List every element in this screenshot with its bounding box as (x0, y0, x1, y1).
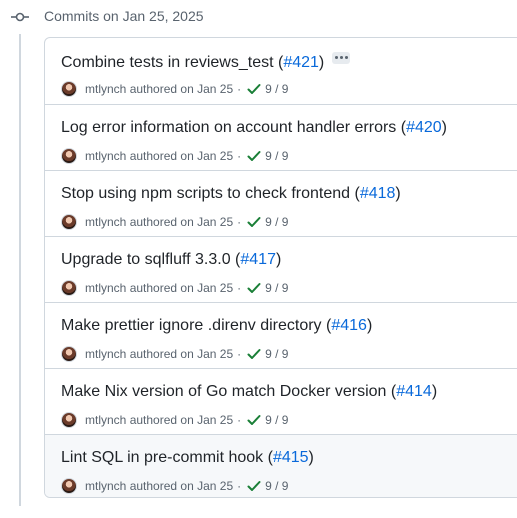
checks-count[interactable]: 9 / 9 (265, 347, 288, 361)
author-link[interactable]: mtlynch (85, 149, 126, 163)
pr-link[interactable]: #421 (283, 54, 319, 71)
separator-dot: · (237, 479, 242, 493)
separator-dot: · (237, 149, 242, 163)
commit-row: Upgrade to sqlfluff 3.3.0 (#417) mtlynch… (45, 236, 517, 302)
check-icon[interactable] (247, 150, 261, 162)
separator-dot: · (237, 82, 242, 96)
commit-row: Stop using npm scripts to check frontend… (45, 170, 517, 236)
commit-message-link[interactable]: Stop using npm scripts to check frontend (61, 185, 350, 202)
commit-date: on Jan 25 (180, 149, 234, 163)
check-icon[interactable] (247, 83, 261, 95)
ellipsis-icon[interactable] (332, 52, 351, 64)
avatar[interactable] (61, 81, 77, 97)
avatar[interactable] (61, 412, 77, 428)
authored-label: authored (129, 413, 178, 427)
author-link[interactable]: mtlynch (85, 215, 126, 229)
commit-row: Lint SQL in pre-commit hook (#415) mtlyn… (45, 434, 517, 497)
commit-meta: mtlynch authored on Jan 25 · 9 / 9 (61, 279, 288, 297)
avatar[interactable] (61, 478, 77, 494)
commit-meta: mtlynch authored on Jan 25 · 9 / 9 (61, 213, 288, 231)
check-icon[interactable] (247, 414, 261, 426)
authored-label: authored (129, 281, 178, 295)
commit-group-header: Commits on Jan 25, 2025 (0, 6, 517, 28)
commit-title: Upgrade to sqlfluff 3.3.0 (#417) (61, 251, 282, 268)
commit-message-link[interactable]: Log error information on account handler… (61, 119, 396, 136)
commit-date: on Jan 25 (180, 281, 234, 295)
avatar[interactable] (61, 346, 77, 362)
commit-meta: mtlynch authored on Jan 25 · 9 / 9 (61, 80, 288, 98)
commit-meta: mtlynch authored on Jan 25 · 9 / 9 (61, 345, 288, 363)
avatar[interactable] (61, 214, 77, 230)
commit-meta: mtlynch authored on Jan 25 · 9 / 9 (61, 147, 288, 165)
separator-dot: · (237, 281, 242, 295)
separator-dot: · (237, 215, 242, 229)
checks-count[interactable]: 9 / 9 (265, 413, 288, 427)
pr-link[interactable]: #415 (273, 449, 309, 466)
check-icon[interactable] (247, 282, 261, 294)
commit-date: on Jan 25 (180, 82, 234, 96)
commit-date: on Jan 25 (180, 413, 234, 427)
commit-title: Lint SQL in pre-commit hook (#415) (61, 449, 314, 466)
pr-link[interactable]: #420 (406, 119, 442, 136)
authored-label: authored (129, 215, 178, 229)
pr-link[interactable]: #418 (360, 185, 396, 202)
separator-dot: · (237, 347, 242, 361)
checks-count[interactable]: 9 / 9 (265, 82, 288, 96)
commit-meta: mtlynch authored on Jan 25 · 9 / 9 (61, 411, 288, 429)
author-link[interactable]: mtlynch (85, 347, 126, 361)
author-link[interactable]: mtlynch (85, 281, 126, 295)
check-icon[interactable] (247, 216, 261, 228)
checks-count[interactable]: 9 / 9 (265, 149, 288, 163)
commit-date: on Jan 25 (180, 215, 234, 229)
commit-title: Make prettier ignore .direnv directory (… (61, 317, 373, 334)
commit-meta: mtlynch authored on Jan 25 · 9 / 9 (61, 477, 288, 495)
commit-title: Combine tests in reviews_test (#421) (61, 52, 351, 72)
commit-title: Make Nix version of Go match Docker vers… (61, 383, 438, 400)
commit-date: on Jan 25 (180, 479, 234, 493)
checks-count[interactable]: 9 / 9 (265, 281, 288, 295)
commit-message-link[interactable]: Upgrade to sqlfluff 3.3.0 (61, 251, 231, 268)
commit-title: Log error information on account handler… (61, 119, 447, 136)
authored-label: authored (129, 479, 178, 493)
commit-message-link[interactable]: Lint SQL in pre-commit hook (61, 449, 263, 466)
author-link[interactable]: mtlynch (85, 479, 126, 493)
avatar[interactable] (61, 148, 77, 164)
commit-row: Log error information on account handler… (45, 104, 517, 170)
pr-link[interactable]: #416 (331, 317, 367, 334)
timeline-line (19, 34, 21, 506)
checks-count[interactable]: 9 / 9 (265, 215, 288, 229)
author-link[interactable]: mtlynch (85, 82, 126, 96)
group-title: Commits on Jan 25, 2025 (44, 8, 204, 24)
commit-message-link[interactable]: Make prettier ignore .direnv directory (61, 317, 322, 334)
pr-link[interactable]: #414 (396, 383, 432, 400)
authored-label: authored (129, 347, 178, 361)
check-icon[interactable] (247, 348, 261, 360)
commit-message-link[interactable]: Combine tests in reviews_test (61, 54, 274, 71)
authored-label: authored (129, 149, 178, 163)
avatar[interactable] (61, 280, 77, 296)
commit-list: Combine tests in reviews_test (#421) mtl… (44, 37, 517, 498)
commit-message-link[interactable]: Make Nix version of Go match Docker vers… (61, 383, 386, 400)
git-commit-icon (11, 12, 29, 22)
pr-link[interactable]: #417 (240, 251, 276, 268)
commit-title: Stop using npm scripts to check frontend… (61, 185, 401, 202)
checks-count[interactable]: 9 / 9 (265, 479, 288, 493)
commit-date: on Jan 25 (180, 347, 234, 361)
author-link[interactable]: mtlynch (85, 413, 126, 427)
commit-row: Make Nix version of Go match Docker vers… (45, 368, 517, 434)
commit-row: Make prettier ignore .direnv directory (… (45, 302, 517, 368)
check-icon[interactable] (247, 480, 261, 492)
authored-label: authored (129, 82, 178, 96)
commit-row: Combine tests in reviews_test (#421) mtl… (45, 38, 517, 104)
separator-dot: · (237, 413, 242, 427)
